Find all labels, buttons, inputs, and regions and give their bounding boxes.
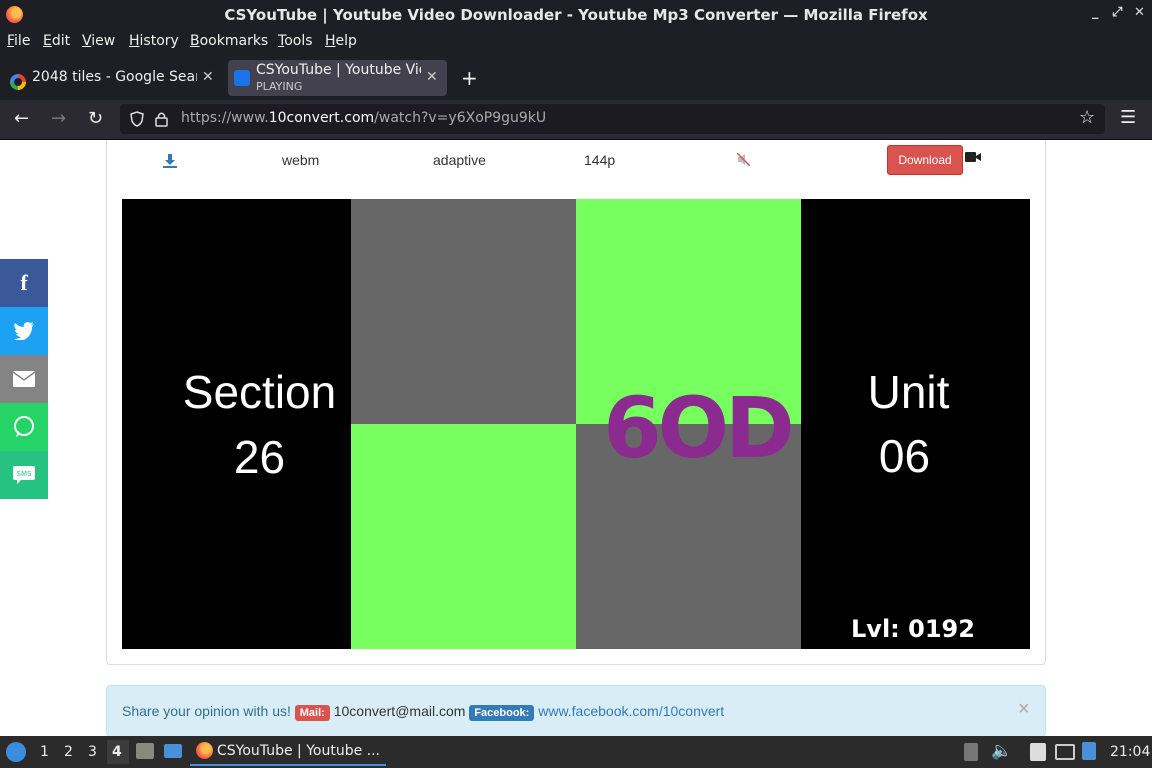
menu-bar: File Edit View History Bookmarks Tools H… <box>0 30 1152 54</box>
clock: 21:04 <box>1110 744 1151 760</box>
lock-icon[interactable] <box>155 111 168 127</box>
url-bar[interactable]: https://www.10convert.com/watch?v=y6XoP9… <box>120 104 1105 134</box>
window-titlebar: CSYouTube | Youtube Video Downloader - Y… <box>0 0 1152 30</box>
menu-bookmarks[interactable]: Bookmarks <box>190 33 268 49</box>
navigation-bar: ← → ↻ https://www.10convert.com/watch?v=… <box>0 100 1152 140</box>
taskbar: 1 2 3 4 CSYouTube | Youtube ... 🔈 21:04 <box>0 736 1152 768</box>
back-icon[interactable]: ← <box>14 108 29 129</box>
close-icon[interactable]: ✕ <box>1134 5 1145 20</box>
feedback-alert: Share your opinion with us! Mail: 10conv… <box>106 685 1046 736</box>
facebook-badge: Facebook: <box>469 705 535 721</box>
mail-address: 10convert@mail.com <box>333 703 466 719</box>
type-cell: adaptive <box>433 152 486 168</box>
google-icon <box>10 74 26 90</box>
notification-icon[interactable] <box>1082 742 1096 760</box>
format-cell: webm <box>282 152 320 168</box>
menu-history[interactable]: History <box>129 33 179 49</box>
taskbar-window-label: CSYouTube | Youtube ... <box>217 743 381 759</box>
menu-help[interactable]: Help <box>325 33 357 49</box>
section-number: 26 <box>233 431 286 483</box>
download-button[interactable]: Download <box>887 145 963 175</box>
download-icon[interactable] <box>163 154 177 168</box>
taskbar-firefox-window[interactable]: CSYouTube | Youtube ... <box>190 738 386 766</box>
muted-audio-icon <box>737 153 750 166</box>
tab-label: 2048 tiles - Google Search <box>32 69 197 85</box>
new-tab-icon[interactable]: + <box>461 66 478 90</box>
workspace-1[interactable]: 1 <box>40 744 49 760</box>
tab-google-search[interactable]: 2048 tiles - Google Search ✕ <box>0 60 222 96</box>
tab-close-icon[interactable]: ✕ <box>202 69 214 85</box>
video-player[interactable]: Section 26 Unit 06 6OD Lvl: 0192 <box>122 199 1030 649</box>
tab-playing-label: PLAYING <box>256 80 303 93</box>
alert-close-icon[interactable]: × <box>1018 698 1030 721</box>
shield-icon[interactable] <box>130 111 144 127</box>
facebook-share-icon[interactable]: f <box>0 259 48 307</box>
forward-icon[interactable]: → <box>51 108 66 129</box>
twitter-share-icon[interactable] <box>0 307 48 355</box>
minimize-icon[interactable]: _ <box>1092 5 1099 20</box>
tab-bar: 2048 tiles - Google Search ✕ CSYouTube |… <box>0 54 1152 100</box>
start-menu-icon[interactable] <box>6 742 26 762</box>
workspace-3[interactable]: 3 <box>88 744 97 760</box>
desktop-icon[interactable] <box>164 744 182 758</box>
tab-csyoutube[interactable]: CSYouTube | Youtube Video Downloader PLA… <box>228 60 447 96</box>
bookmark-star-icon[interactable]: ☆ <box>1079 107 1095 128</box>
workspace-2[interactable]: 2 <box>64 744 73 760</box>
network-icon[interactable] <box>1055 744 1075 760</box>
page-content: webm adaptive 144p Download Section 26 U… <box>0 140 1152 736</box>
sms-share-icon[interactable]: SMS <box>0 451 48 499</box>
facebook-link[interactable]: www.facebook.com/10convert <box>538 703 724 719</box>
firefox-icon <box>196 742 213 759</box>
section-label: Section <box>182 366 337 418</box>
quality-cell: 144p <box>584 152 616 168</box>
csyoutube-icon <box>234 70 250 86</box>
tray-upload-icon[interactable] <box>964 743 978 761</box>
whatsapp-share-icon[interactable] <box>0 403 48 451</box>
menu-tools[interactable]: Tools <box>278 33 313 49</box>
window-title: CSYouTube | Youtube Video Downloader - Y… <box>224 6 928 24</box>
file-manager-icon[interactable] <box>136 743 154 759</box>
email-share-icon[interactable] <box>0 355 48 403</box>
tab-close-icon[interactable]: ✕ <box>426 69 438 85</box>
table-row: webm adaptive 144p Download <box>107 141 1045 181</box>
reload-icon[interactable]: ↻ <box>88 108 103 129</box>
maximize-icon[interactable]: ⤢ <box>1112 5 1122 20</box>
volume-icon[interactable]: 🔈 <box>991 741 1012 761</box>
level-label: Lvl: 0192 <box>851 615 975 643</box>
url-text[interactable]: https://www.10convert.com/watch?v=y6XoP9… <box>181 110 546 126</box>
alert-text: Share your opinion with us! <box>122 703 291 719</box>
menu-view[interactable]: View <box>82 33 115 49</box>
tab-label: CSYouTube | Youtube Video Downloader <box>256 62 421 78</box>
clipboard-icon[interactable] <box>1030 743 1046 761</box>
menu-file[interactable]: File <box>7 33 30 49</box>
center-title: 6OD <box>603 379 795 477</box>
svg-text:SMS: SMS <box>17 470 32 478</box>
menu-edit[interactable]: Edit <box>43 33 70 49</box>
hamburger-menu-icon[interactable]: ☰ <box>1120 107 1136 128</box>
workspace-4[interactable]: 4 <box>107 740 129 764</box>
mail-badge: Mail: <box>294 705 330 721</box>
video-camera-icon <box>965 152 981 162</box>
